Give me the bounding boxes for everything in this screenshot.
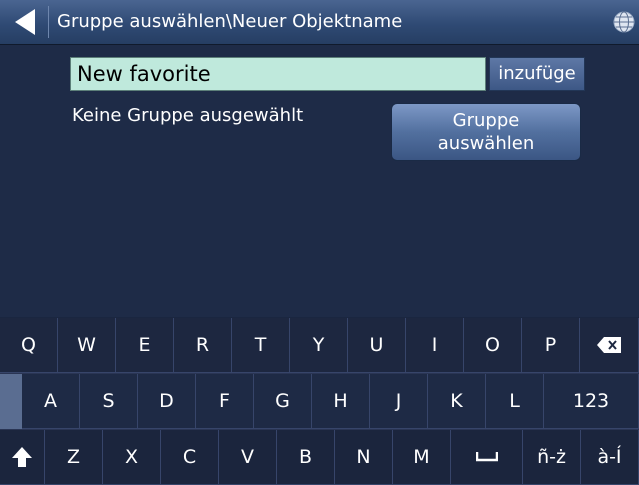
page-title: Gruppe auswählen\Neuer Objektname bbox=[57, 11, 403, 32]
keyboard-row-offset bbox=[0, 374, 22, 429]
key-w[interactable]: W bbox=[58, 318, 116, 373]
key-r[interactable]: R bbox=[174, 318, 232, 373]
globe-button[interactable] bbox=[613, 11, 635, 33]
key-c[interactable]: C bbox=[161, 430, 219, 485]
title-divider bbox=[48, 6, 49, 38]
back-button[interactable] bbox=[8, 8, 42, 36]
key-g[interactable]: G bbox=[254, 374, 312, 429]
key-i[interactable]: I bbox=[406, 318, 464, 373]
title-bar: Gruppe auswählen\Neuer Objektname bbox=[0, 0, 639, 45]
key-u[interactable]: U bbox=[348, 318, 406, 373]
keyboard-row-3: Z X C V B N M ñ-ż à-Í bbox=[0, 430, 639, 485]
shift-key[interactable] bbox=[0, 430, 45, 485]
key-o[interactable]: O bbox=[464, 318, 522, 373]
key-p[interactable]: P bbox=[522, 318, 580, 373]
key-a[interactable]: A bbox=[22, 374, 80, 429]
key-m[interactable]: M bbox=[393, 430, 451, 485]
key-x[interactable]: X bbox=[103, 430, 161, 485]
accent-key-2[interactable]: à-Í bbox=[581, 430, 639, 485]
key-t[interactable]: T bbox=[232, 318, 290, 373]
add-button[interactable]: inzufüge bbox=[489, 57, 585, 91]
key-q[interactable]: Q bbox=[0, 318, 58, 373]
space-bar-icon bbox=[475, 452, 498, 462]
on-screen-keyboard: Q W E R T Y U I O P A S D F G H J K L 12… bbox=[0, 318, 639, 485]
back-arrow-icon bbox=[15, 9, 35, 35]
key-e[interactable]: E bbox=[116, 318, 174, 373]
key-s[interactable]: S bbox=[80, 374, 138, 429]
key-j[interactable]: J bbox=[370, 374, 428, 429]
key-h[interactable]: H bbox=[312, 374, 370, 429]
object-name-input[interactable] bbox=[70, 57, 486, 91]
globe-icon bbox=[613, 11, 635, 33]
key-y[interactable]: Y bbox=[290, 318, 348, 373]
space-key[interactable] bbox=[451, 430, 523, 485]
select-group-label-line1: Gruppe bbox=[452, 110, 520, 131]
key-k[interactable]: K bbox=[428, 374, 486, 429]
key-f[interactable]: F bbox=[196, 374, 254, 429]
form-area: inzufüge Keine Gruppe ausgewählt Gruppe … bbox=[0, 45, 639, 317]
no-group-text: Keine Gruppe ausgewählt bbox=[72, 105, 304, 126]
numbers-key[interactable]: 123 bbox=[544, 374, 639, 429]
key-z[interactable]: Z bbox=[45, 430, 103, 485]
accent-key-1[interactable]: ñ-ż bbox=[523, 430, 581, 485]
key-n[interactable]: N bbox=[335, 430, 393, 485]
keyboard-row-2: A S D F G H J K L 123 bbox=[0, 374, 639, 429]
select-group-label-line2: auswählen bbox=[437, 133, 535, 154]
select-group-button[interactable]: Gruppe auswählen bbox=[391, 103, 581, 161]
keyboard-row-1: Q W E R T Y U I O P bbox=[0, 318, 639, 373]
backspace-key[interactable] bbox=[580, 318, 639, 373]
key-l[interactable]: L bbox=[486, 374, 544, 429]
key-v[interactable]: V bbox=[219, 430, 277, 485]
shift-icon bbox=[12, 447, 32, 467]
key-d[interactable]: D bbox=[138, 374, 196, 429]
backspace-icon bbox=[597, 337, 621, 353]
key-b[interactable]: B bbox=[277, 430, 335, 485]
